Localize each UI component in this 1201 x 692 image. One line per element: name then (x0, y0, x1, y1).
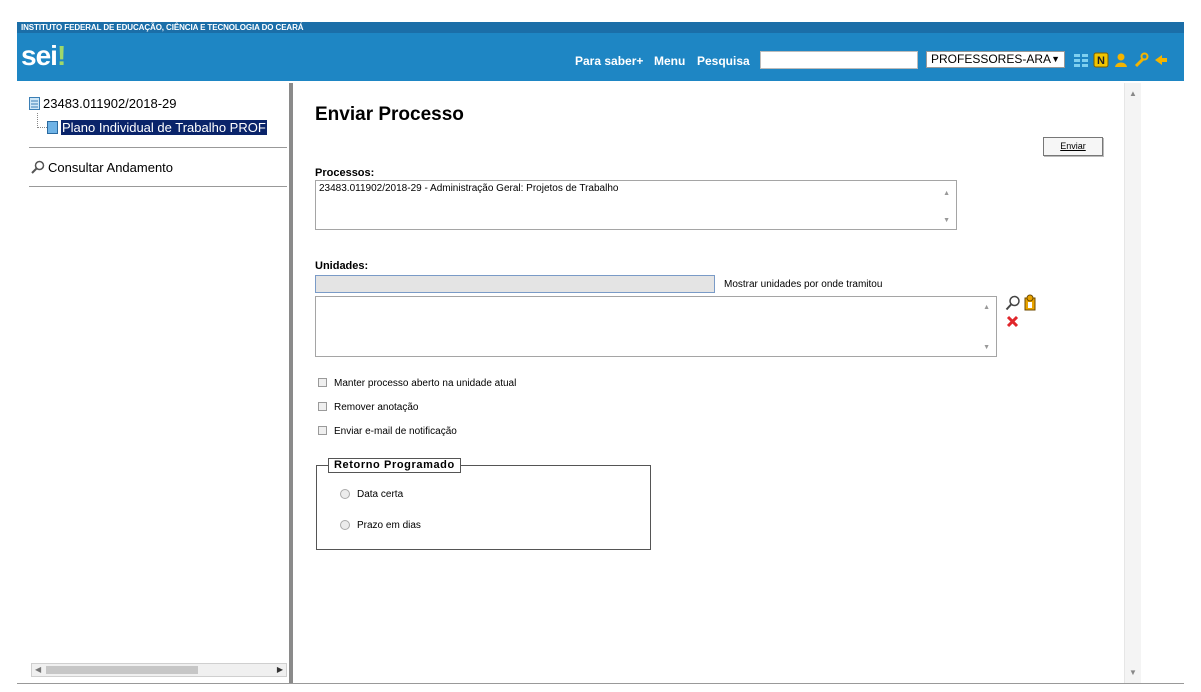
header-bar: sei! Para saber+ Menu Pesquisa PROFESSOR… (17, 33, 1184, 81)
svg-text:N: N (1097, 55, 1105, 67)
divider (29, 147, 287, 148)
pesquisa-link[interactable]: Pesquisa (697, 54, 750, 68)
scroll-down-icon[interactable]: ▼ (983, 342, 990, 354)
manter-processo-option[interactable]: Manter processo aberto na unidade atual (318, 378, 516, 390)
vertical-scrollbar[interactable]: ▲ ▼ (1124, 83, 1141, 683)
consultar-andamento-label: Consultar Andamento (48, 160, 174, 175)
checkbox-label: Manter processo aberto na unidade atual (334, 378, 517, 389)
scroll-up-icon[interactable]: ▲ (1129, 89, 1137, 98)
tree-document-item[interactable]: Plano Individual de Trabalho PROF (47, 120, 287, 136)
consultar-andamento-link[interactable]: Consultar Andamento (31, 160, 173, 176)
processos-field[interactable]: 23483.011902/2018-29 - Administração Ger… (315, 180, 957, 230)
scroll-down-icon[interactable]: ▼ (1129, 668, 1137, 677)
scroll-left-icon[interactable]: ◀ (35, 664, 41, 676)
list-icon[interactable] (1073, 52, 1089, 68)
process-tree-root[interactable]: 23483.011902/2018-29 (29, 96, 177, 112)
radio-label: Prazo em dias (357, 520, 421, 531)
exit-icon[interactable] (1153, 52, 1169, 68)
data-certa-option[interactable]: Data certa (340, 489, 403, 501)
unit-select-value: PROFESSORES-ARA (931, 52, 1052, 66)
page-title: Enviar Processo (315, 104, 464, 125)
checkbox-label: Remover anotação (334, 402, 419, 413)
unit-select[interactable]: PROFESSORES-ARA ▼ (926, 51, 1065, 68)
mostrar-unidades-link[interactable]: Mostrar unidades por onde tramitou (724, 279, 882, 291)
scroll-right-icon[interactable]: ▶ (277, 664, 283, 676)
scroll-down-icon[interactable]: ▼ (943, 215, 950, 227)
processos-label: Processos: (315, 167, 375, 179)
unidades-list[interactable]: ▲ ▼ (315, 296, 997, 357)
radio-label: Data certa (357, 489, 404, 500)
divider (29, 186, 287, 187)
tree-connector (37, 127, 47, 129)
prazo-em-dias-option[interactable]: Prazo em dias (340, 520, 421, 532)
folder-process-icon (29, 97, 40, 110)
pane-resizer[interactable] (289, 83, 293, 683)
enviar-button[interactable]: Enviar (1043, 137, 1103, 156)
para-saber-link[interactable]: Para saber+ (575, 54, 643, 68)
main-frame: 23483.011902/2018-29 Plano Individual de… (17, 83, 1184, 684)
unidades-input[interactable] (315, 275, 715, 293)
remover-anotacao-checkbox[interactable] (318, 402, 327, 411)
sei-logo[interactable]: sei! (21, 41, 66, 71)
search-input[interactable] (760, 51, 918, 69)
process-tree-pane: 23483.011902/2018-29 Plano Individual de… (17, 83, 289, 683)
manter-processo-checkbox[interactable] (318, 378, 327, 387)
chevron-down-icon: ▼ (1051, 54, 1060, 64)
unidades-label: Unidades: (315, 260, 369, 272)
search-units-icon[interactable] (1005, 295, 1021, 311)
user-icon[interactable] (1113, 52, 1129, 68)
document-label: Plano Individual de Trabalho PROF (61, 120, 267, 135)
scroll-thumb[interactable] (46, 666, 198, 674)
remover-anotacao-option[interactable]: Remover anotação (318, 402, 419, 414)
enviar-button-label: Enviar (1060, 141, 1086, 151)
scroll-up-icon[interactable]: ▲ (943, 188, 950, 200)
menu-link[interactable]: Menu (654, 54, 685, 68)
checkbox-label: Enviar e-mail de notificação (334, 426, 457, 437)
remove-icon[interactable] (1006, 315, 1019, 328)
n-badge-icon[interactable]: N (1093, 52, 1109, 68)
process-number: 23483.011902/2018-29 (43, 96, 177, 111)
horizontal-scrollbar[interactable]: ◀ ▶ (31, 663, 287, 677)
institution-bar: INSTITUTO FEDERAL DE EDUCAÇÃO, CIÊNCIA E… (17, 22, 1184, 33)
tree-connector (37, 113, 39, 128)
enviar-email-checkbox[interactable] (318, 426, 327, 435)
wrench-icon[interactable] (1133, 52, 1149, 68)
prazo-em-dias-radio[interactable] (340, 520, 350, 530)
magnifier-icon (31, 160, 45, 174)
processos-value: 23483.011902/2018-29 - Administração Ger… (319, 183, 619, 194)
enviar-email-option[interactable]: Enviar e-mail de notificação (318, 426, 457, 438)
document-icon (47, 121, 58, 134)
retorno-programado-group (316, 465, 651, 550)
units-group-icon[interactable] (1022, 294, 1038, 311)
retorno-programado-legend: Retorno Programado (328, 458, 461, 473)
scroll-up-icon[interactable]: ▲ (983, 302, 990, 314)
data-certa-radio[interactable] (340, 489, 350, 499)
